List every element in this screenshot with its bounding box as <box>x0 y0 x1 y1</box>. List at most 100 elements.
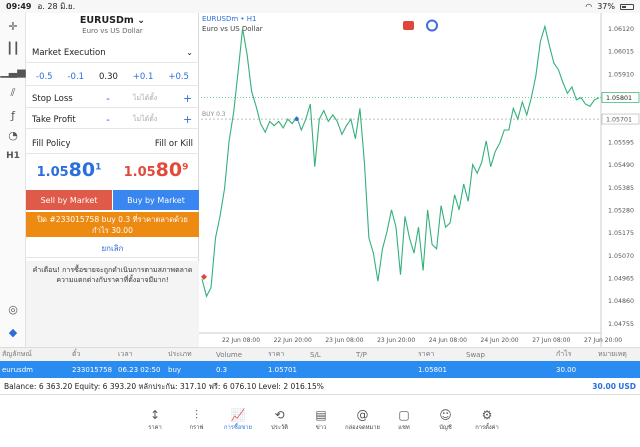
table-cell: 1.05701 <box>268 365 297 374</box>
bid-price-text: 1.05801 <box>606 95 632 102</box>
y-tick-label: 1.06015 <box>608 49 634 56</box>
nav-icon: ⫶ <box>194 408 198 422</box>
y-tick-label: 1.05595 <box>608 139 634 146</box>
take-profit-plus[interactable]: + <box>183 113 192 126</box>
take-profit-label: Take Profit <box>32 114 76 125</box>
y-tick-label: 1.04755 <box>608 321 634 328</box>
stop-loss-minus[interactable]: - <box>106 92 110 105</box>
nav-item[interactable]: ↕ ราคา <box>135 408 175 432</box>
volume-value[interactable]: 0.30 <box>99 72 118 82</box>
nav-label: กราฟ <box>189 425 204 431</box>
buy-position-label: BUY 0.3 <box>202 111 226 118</box>
take-profit-input[interactable]: ไม่ได้ตั้ง <box>133 114 157 125</box>
wifi-icon: ◠ <box>585 2 593 11</box>
sell-by-market-button[interactable]: Sell by Market <box>26 190 112 210</box>
nav-icon: ☺ <box>439 408 452 422</box>
table-cell: buy <box>168 365 182 374</box>
table-cell: 06.23 02:50 <box>118 365 161 374</box>
timeframe-icon[interactable]: H1 <box>4 147 22 165</box>
column-header: ราคา <box>268 350 285 358</box>
x-tick-label: 22 Jun 20:00 <box>274 337 312 344</box>
nav-item[interactable]: ⫶ กราฟ <box>177 408 217 432</box>
close-position-button[interactable]: ปิด #233015758 buy 0.3 ที่ราคาตลาดด้วย ก… <box>26 212 199 237</box>
one-click-buy-icon[interactable] <box>426 19 438 32</box>
table-cell: eurusdm <box>2 365 33 374</box>
buy-price: 1.05809 <box>123 159 189 181</box>
y-tick-label: 1.05910 <box>608 71 634 78</box>
volume-plus-large[interactable]: +0.5 <box>168 72 189 82</box>
y-tick-label: 1.05385 <box>608 185 634 192</box>
table-row[interactable]: eurusdm 233015758 06.23 02:50 buy 0.3 1.05701… <box>0 361 640 378</box>
warning-message: คำเตือน! การซื้อขายจะถูกดำเนินการตามสภาพ… <box>26 261 199 347</box>
stop-loss-input[interactable]: ไม่ได้ตั้ง <box>133 93 157 104</box>
cancel-button[interactable]: ยกเลิก <box>26 240 199 258</box>
positions-header: สัญลักษณ์ ตั๋ว เวลา ประเภท Volume ราคา S/L T/P ร… <box>0 347 640 361</box>
battery-icon <box>620 3 634 10</box>
take-profit-minus[interactable]: - <box>106 113 110 126</box>
chart-type-icon[interactable]: ┃┃ <box>4 39 22 57</box>
column-header: S/L <box>310 350 321 359</box>
column-header: ตั๋ว <box>72 350 81 358</box>
status-bar: 09:49 อ. 28 มิ.ย. ◠ 37% <box>0 0 640 13</box>
buy-by-market-button[interactable]: Buy by Market <box>113 190 199 210</box>
entry-price-text: 1.05701 <box>606 117 632 124</box>
x-tick-label: 23 Jun 08:00 <box>325 337 363 344</box>
nav-item[interactable]: ⚙ การตั้งค่า <box>467 408 507 432</box>
volume-plus-small[interactable]: +0.1 <box>133 72 154 82</box>
function-icon[interactable]: ƒ <box>4 106 22 124</box>
column-header: ราคา <box>418 350 435 358</box>
nav-item[interactable]: 📈 การซื้อขาย <box>218 408 258 432</box>
nav-label: ราคา <box>148 425 162 431</box>
one-click-sell-icon[interactable] <box>403 21 414 30</box>
close-position-line1: ปิด #233015758 buy 0.3 ที่ราคาตลาดด้วย <box>37 215 188 224</box>
stop-loss-plus[interactable]: + <box>183 92 192 105</box>
order-type-value: Market Execution <box>32 47 106 58</box>
bottom-nav: ↕ ราคา ⫶ กราฟ 📈 การซื้อขาย ⟲ ประวัติ ▤ ข่าว @ กล่อง… <box>0 396 640 447</box>
trade-icon[interactable]: ◆ <box>4 323 22 341</box>
nav-icon: ▤ <box>315 408 327 422</box>
fill-policy-value: Fill or Kill <box>154 138 193 149</box>
order-type-select[interactable]: Market Execution ⌄ <box>26 43 199 63</box>
sell-marker-icon <box>201 273 207 280</box>
chart-area[interactable]: EURUSDm • H1 Euro vs US Dollar 1.06120 1.… <box>199 13 640 347</box>
x-tick-label: 27 Jun 20:00 <box>584 337 622 344</box>
order-panel: EURUSDm ⌄ Euro vs US Dollar Market Execu… <box>26 13 199 347</box>
chart-toolbar: ✛ ┃┃ ▁▃▅ ⫽ ƒ ◔ H1 ◎ ◆ <box>0 13 26 347</box>
crosshair-icon[interactable]: ✛ <box>4 17 22 35</box>
nav-item[interactable]: ☺ บัญชี <box>426 408 466 432</box>
y-tick-label: 1.05070 <box>608 253 634 260</box>
y-tick-label: 1.05490 <box>608 162 634 169</box>
symbol-selector[interactable]: EURUSDm ⌄ Euro vs US Dollar <box>26 15 199 35</box>
x-tick-label: 24 Jun 08:00 <box>429 337 467 344</box>
nav-item[interactable]: ▢ แชท <box>384 408 424 432</box>
nav-item[interactable]: ▤ ข่าว <box>301 408 341 432</box>
indicators-icon[interactable]: ▁▃▅ <box>0 62 25 80</box>
nav-icon: @ <box>356 408 369 422</box>
status-date: อ. 28 มิ.ย. <box>37 2 76 11</box>
column-header: เวลา <box>118 350 133 358</box>
nav-label: การตั้งค่า <box>475 425 499 431</box>
shapes-icon[interactable]: ◔ <box>4 126 22 144</box>
price-series-line <box>201 24 600 298</box>
balance-text: Balance: 6 363.20 Equity: 6 393.20 หลักป… <box>4 381 324 391</box>
column-header: สัญลักษณ์ <box>2 350 32 358</box>
nav-item[interactable]: ⟲ ประวัติ <box>260 408 300 432</box>
nav-label: ข่าว <box>315 425 327 431</box>
objects-icon[interactable]: ⫽ <box>4 84 22 102</box>
y-tick-label: 1.06120 <box>608 26 634 33</box>
fill-policy-row[interactable]: Fill Policy Fill or Kill <box>26 134 199 154</box>
x-tick-label: 24 Jun 20:00 <box>481 337 519 344</box>
volume-minus-large[interactable]: -0.5 <box>36 72 53 82</box>
nav-item[interactable]: @ กล่องจดหมาย <box>343 408 383 432</box>
chevron-down-icon: ⌄ <box>186 48 193 57</box>
x-tick-label: 22 Jun 08:00 <box>222 337 260 344</box>
y-tick-label: 1.05175 <box>608 230 634 237</box>
nav-label: กล่องจดหมาย <box>345 425 380 431</box>
price-chart[interactable]: 1.06120 1.06015 1.05910 1.05595 1.05490 1.053… <box>199 13 640 347</box>
table-cell: 233015758 <box>72 365 113 374</box>
volume-minus-small[interactable]: -0.1 <box>67 72 84 82</box>
nav-icon: ▢ <box>398 408 410 422</box>
search-chart-icon[interactable]: ◎ <box>4 300 22 318</box>
table-cell: 1.05801 <box>418 365 447 374</box>
column-header: Swap <box>466 350 485 359</box>
